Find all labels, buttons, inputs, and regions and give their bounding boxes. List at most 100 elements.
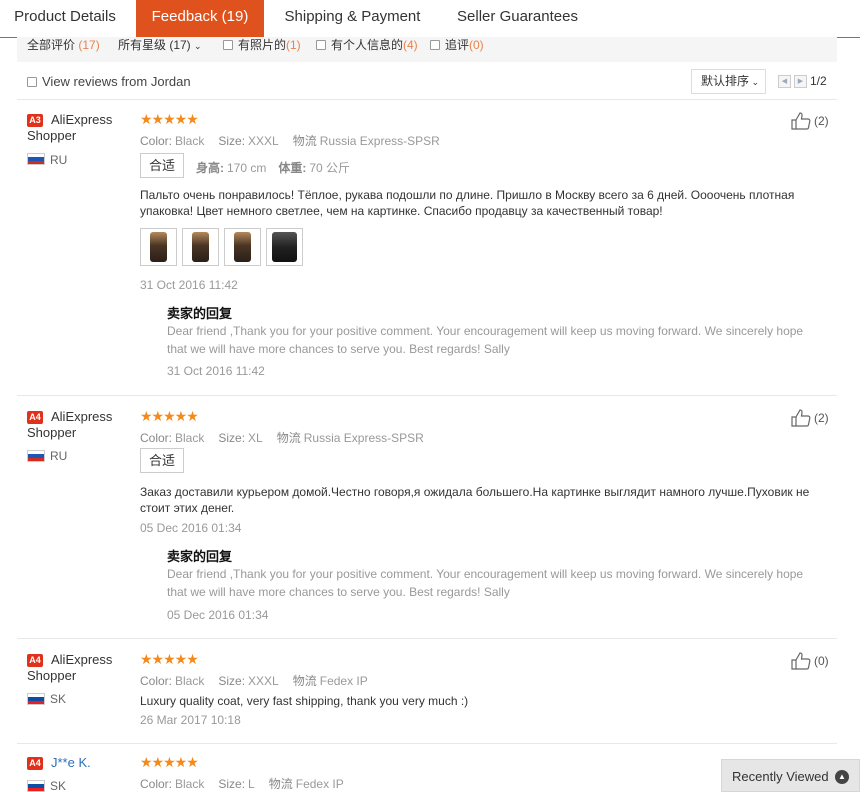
review-date: 05 Dec 2016 01:34: [140, 521, 242, 535]
height-value: 170 cm: [227, 161, 267, 175]
jordan-filter-label: View reviews from Jordan: [42, 74, 191, 89]
divider: [17, 99, 837, 100]
logistics-value: Fedex IP: [295, 777, 344, 791]
reviewer-name[interactable]: J**e K.: [27, 755, 127, 771]
review-date: 26 Mar 2017 10:18: [140, 713, 241, 727]
size-value: XL: [248, 431, 263, 445]
recently-viewed-label: Recently Viewed: [732, 769, 829, 784]
filter-personal-count: (4): [403, 38, 418, 52]
seller-reply: 卖家的回复 Dear friend ,Thank you for your po…: [167, 546, 817, 626]
sort-label: 默认排序: [701, 74, 750, 88]
review-photo-thumbnail[interactable]: [224, 228, 261, 266]
page-indicator: 1/2: [810, 74, 827, 88]
logistics-value: Russia Express-SPSR: [303, 431, 424, 445]
prev-page-button[interactable]: ◀: [778, 75, 791, 88]
reviewer-name: AliExpress Shopper: [27, 409, 113, 440]
photos-checkbox[interactable]: [223, 40, 233, 50]
filter-all[interactable]: 全部评价 (17): [27, 37, 100, 54]
reviewer-name: AliExpress Shopper: [27, 652, 113, 683]
reviewer-country: RU: [50, 449, 68, 463]
color-value: Black: [175, 777, 205, 791]
size-label: Size:: [218, 777, 246, 791]
size-label: Size:: [218, 674, 246, 688]
review-item: A3 AliExpress Shopper RU ★★★★★ Color: Bla…: [0, 112, 860, 392]
rating-stars: ★★★★★: [140, 408, 199, 424]
tab-feedback[interactable]: Feedback (19): [136, 0, 264, 37]
logistics-label: 物流: [292, 674, 317, 688]
tab-shipping-payment[interactable]: Shipping & Payment: [270, 0, 435, 37]
jordan-checkbox[interactable]: [27, 77, 37, 87]
filter-stars-label: 所有星级 (17): [118, 38, 191, 52]
reviewer-country: RU: [50, 153, 68, 167]
color-label: Color:: [140, 134, 173, 148]
filter-additional[interactable]: 追评(0): [430, 37, 484, 54]
jordan-filter[interactable]: View reviews from Jordan: [27, 74, 191, 89]
additional-review-checkbox[interactable]: [430, 40, 440, 50]
divider: [17, 395, 837, 396]
review-item: A4 AliExpress Shopper SK ★★★★★ Color: Bla…: [0, 652, 860, 737]
sku-attributes: Color: Black Size: L 物流 Fedex IP: [140, 775, 344, 792]
recently-viewed-toggle[interactable]: Recently Viewed ▲: [721, 759, 860, 792]
helpful-button[interactable]: (2): [791, 409, 831, 427]
sku-attributes: Color: Black Size: XL 物流 Russia Express-SPSR: [140, 429, 424, 446]
weight-value: 70 公斤: [309, 161, 351, 175]
sk-flag-icon: [27, 780, 45, 792]
next-page-button[interactable]: ▶: [794, 75, 807, 88]
thumbs-up-icon: [791, 112, 811, 130]
review-photo-thumbnail[interactable]: [140, 228, 177, 266]
divider: [17, 743, 837, 744]
sort-select[interactable]: 默认排序 ⌄: [691, 69, 766, 94]
logistics-label: 物流: [292, 134, 317, 148]
helpful-button[interactable]: (2): [791, 112, 831, 130]
size-label: Size:: [218, 134, 246, 148]
size-label: Size:: [218, 431, 246, 445]
filter-all-count: (17): [78, 38, 100, 52]
color-label: Color:: [140, 674, 173, 688]
filter-additional-label: 追评: [445, 38, 470, 52]
review-photo-thumbnail[interactable]: [266, 228, 303, 266]
filter-all-label: 全部评价: [27, 38, 76, 52]
rating-stars: ★★★★★: [140, 111, 199, 127]
personal-info-checkbox[interactable]: [316, 40, 326, 50]
tab-seller-guarantees[interactable]: Seller Guarantees: [443, 0, 592, 37]
tab-product-details[interactable]: Product Details: [0, 0, 130, 37]
chevron-down-icon: ⌄: [194, 41, 202, 51]
weight-label: 体重:: [278, 161, 307, 175]
review-text: Заказ доставили курьером домой.Честно го…: [140, 485, 810, 515]
filter-personal-label: 有个人信息的: [331, 38, 404, 52]
filter-photos-label: 有照片的: [238, 38, 287, 52]
filter-stars-select[interactable]: 所有星级 (17) ⌄: [118, 37, 202, 55]
size-value: XXXL: [248, 674, 279, 688]
sku-attributes: Color: Black Size: XXXL 物流 Fedex IP: [140, 672, 368, 689]
review-item: A4 AliExpress Shopper RU ★★★★★ Color: Bla…: [0, 409, 860, 634]
review-text: Пальто очень понравилось! Тёплое, рукава…: [140, 188, 795, 218]
review-photos: [140, 228, 310, 266]
review-photo-thumbnail[interactable]: [182, 228, 219, 266]
sku-attributes: Color: Black Size: XXXL 物流 Russia Express-SPS…: [140, 132, 440, 149]
size-value: XXXL: [248, 134, 279, 148]
seller-reply: 卖家的回复 Dear friend ,Thank you for your po…: [167, 303, 817, 383]
fit-tag: 合适: [140, 448, 184, 473]
body-info: 身高: 170 cm 体重: 70 公斤: [196, 159, 350, 176]
size-value: L: [248, 777, 255, 791]
chevron-up-icon: ▲: [835, 770, 849, 784]
logistics-value: Fedex IP: [319, 674, 368, 688]
ru-flag-icon: [27, 153, 45, 165]
seller-reply-title: 卖家的回复: [167, 549, 233, 564]
helpful-count: (2): [814, 411, 829, 425]
filter-personal[interactable]: 有个人信息的(4): [316, 37, 418, 54]
tab-bar: Product Details Feedback (19) Shipping &…: [0, 0, 860, 38]
helpful-button[interactable]: (0): [791, 652, 831, 670]
feedback-filter-bar: 全部评价 (17) 所有星级 (17) ⌄ 有照片的(1) 有个人信息的(4) …: [17, 37, 837, 62]
color-label: Color:: [140, 431, 173, 445]
filter-photos-count: (1): [286, 38, 301, 52]
reviewer-country: SK: [50, 692, 67, 706]
height-label: 身高:: [196, 161, 224, 175]
review-date: 31 Oct 2016 11:42: [140, 278, 238, 292]
chevron-down-icon: ⌄: [749, 77, 760, 87]
filter-photos[interactable]: 有照片的(1): [223, 37, 301, 54]
helpful-count: (0): [814, 654, 829, 668]
color-label: Color:: [140, 777, 173, 791]
color-value: Black: [175, 431, 205, 445]
seller-reply-date: 31 Oct 2016 11:42: [167, 364, 265, 378]
